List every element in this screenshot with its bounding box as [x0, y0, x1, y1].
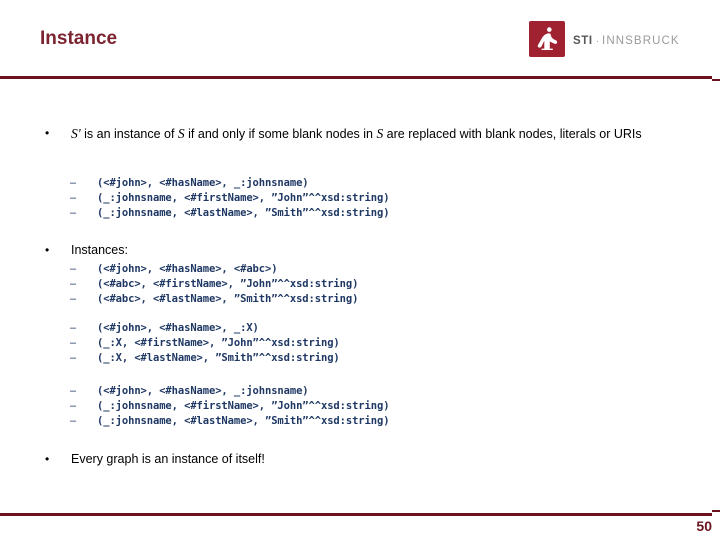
- code-line: – (_:johnsname, <#firstName>, ”John”^^xs…: [70, 191, 390, 207]
- sti-innsbruck-logo: STI · INNSBRUCK: [529, 21, 680, 57]
- code-line: – (<#abc>, <#firstName>, ”John”^^xsd:str…: [70, 278, 358, 293]
- definition-part-2: if and only if some blank nodes in: [184, 127, 377, 141]
- footer-divider: [0, 513, 712, 516]
- header-divider-tail: [712, 79, 720, 81]
- bullet-every-graph: • Every graph is an instance of itself!: [43, 452, 443, 468]
- bullet-marker: •: [45, 126, 50, 140]
- code-triple: (_:X, <#firstName>, ”John”^^xsd:string): [97, 336, 340, 349]
- logo-wordmark: STI · INNSBRUCK: [573, 31, 680, 47]
- code-line: – (<#abc>, <#lastName>, ”Smith”^^xsd:str…: [70, 293, 358, 308]
- logo-sti-text: STI: [573, 35, 593, 47]
- code-line: – (_:X, <#firstName>, ”John”^^xsd:string…: [70, 337, 340, 352]
- bullet-marker: •: [45, 243, 50, 257]
- page-title: Instance: [40, 28, 118, 49]
- code-line: – (_:johnsname, <#lastName>, ”Smith”^^xs…: [70, 206, 390, 222]
- bullet-instances: • Instances:: [43, 243, 443, 259]
- code-line: – (<#john>, <#hasName>, _:X): [70, 322, 340, 337]
- symbol-s-prime: S': [71, 126, 81, 141]
- bullet-every-graph-text: Every graph is an instance of itself!: [71, 452, 265, 466]
- code-triple: (<#abc>, <#lastName>, ”Smith”^^xsd:strin…: [97, 292, 359, 305]
- code-line: – (<#john>, <#hasName>, <#abc>): [70, 263, 358, 278]
- sub-bullet-dash: –: [70, 277, 77, 290]
- sub-bullet-dash: –: [70, 336, 77, 349]
- sub-bullet-dash: –: [70, 322, 77, 334]
- code-triple: (<#john>, <#hasName>, <#abc>): [97, 263, 278, 275]
- slide-content: • S' is an instance of S if and only if …: [0, 84, 720, 500]
- logo-separator-dot: ·: [595, 36, 600, 47]
- logo-innsbruck-text: INNSBRUCK: [602, 35, 680, 47]
- code-group-instance-blank-x: – (<#john>, <#hasName>, _:X) – (_:X, <#f…: [70, 322, 340, 366]
- sub-bullet-dash: –: [70, 263, 77, 275]
- code-triple: (_:johnsname, <#firstName>, ”John”^^xsd:…: [97, 191, 390, 204]
- code-line: – (_:X, <#lastName>, ”Smith”^^xsd:string…: [70, 352, 340, 367]
- code-triple: (<#john>, <#hasName>, _:X): [97, 322, 259, 334]
- bullet-instances-text: Instances:: [71, 243, 128, 257]
- code-group-instance-uri-abc: – (<#john>, <#hasName>, <#abc>) – (<#abc…: [70, 263, 358, 307]
- code-line: – (<#john>, <#hasName>, _:johnsname): [70, 385, 389, 400]
- sub-bullet-dash: –: [70, 177, 77, 189]
- page-number: 50: [696, 518, 712, 534]
- sub-bullet-dash: –: [70, 399, 77, 412]
- bullet-definition-text: S' is an instance of S if and only if so…: [71, 126, 642, 143]
- code-triple: (_:johnsname, <#firstName>, ”John”^^xsd:…: [97, 399, 390, 412]
- sub-bullet-dash: –: [70, 206, 77, 219]
- code-triple: (_:johnsname, <#lastName>, ”Smith”^^xsd:…: [97, 206, 390, 219]
- code-triple: (<#john>, <#hasName>, _:johnsname): [97, 177, 309, 189]
- slide-header: Instance STI · INNSBRUCK: [0, 0, 720, 84]
- header-divider: [0, 76, 712, 79]
- code-triple: (<#abc>, <#firstName>, ”John”^^xsd:strin…: [97, 277, 359, 290]
- bullet-definition: • S' is an instance of S if and only if …: [43, 126, 673, 143]
- sub-bullet-dash: –: [70, 385, 77, 397]
- code-triple: (_:X, <#lastName>, ”Smith”^^xsd:string): [97, 351, 340, 364]
- definition-part-1: is an instance of: [80, 127, 178, 141]
- code-line: – (_:johnsname, <#firstName>, ”John”^^xs…: [70, 399, 390, 415]
- sub-bullet-dash: –: [70, 191, 77, 204]
- definition-part-3: are replaced with blank nodes, literals …: [383, 127, 642, 141]
- bullet-marker: •: [45, 452, 50, 466]
- sub-bullet-dash: –: [70, 351, 77, 364]
- sub-bullet-dash: –: [70, 414, 77, 427]
- code-line: – (_:johnsname, <#lastName>, ”Smith”^^xs…: [70, 414, 390, 430]
- code-group-instance-blank-johnsname: – (<#john>, <#hasName>, _:johnsname) – (…: [70, 385, 390, 430]
- sti-figure-icon: [529, 21, 565, 57]
- code-line: – (<#john>, <#hasName>, _:johnsname): [70, 177, 389, 192]
- code-triple: (_:johnsname, <#lastName>, ”Smith”^^xsd:…: [97, 414, 390, 427]
- sub-bullet-dash: –: [70, 292, 77, 305]
- code-triple: (<#john>, <#hasName>, _:johnsname): [97, 385, 309, 397]
- symbol-s-a: S: [177, 126, 185, 141]
- footer-divider-tail: [712, 510, 720, 512]
- code-group-definition-example: – (<#john>, <#hasName>, _:johnsname) – (…: [70, 177, 390, 222]
